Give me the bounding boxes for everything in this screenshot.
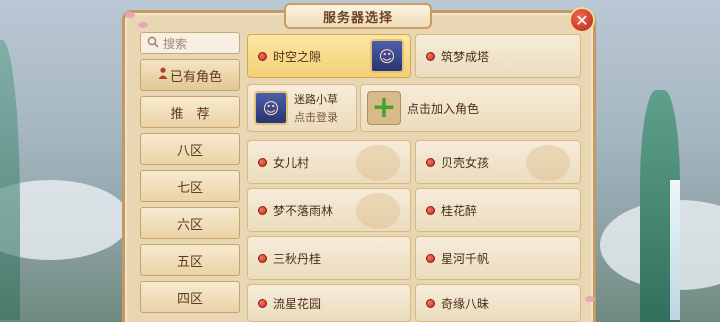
status-dot-icon [426,253,435,263]
status-dot-icon [258,205,267,215]
server-name: 桂花醉 [441,203,478,218]
search-input[interactable]: 搜索 [140,32,240,54]
add-role-label: 点击加入角色 [407,101,480,116]
server-card[interactable]: 流星花园 [247,284,411,322]
sidebar: 搜索 已有角色 推 荐 八区 七区 六区 五区 四区 [140,32,240,322]
server-card[interactable]: 贝壳女孩 [415,140,581,184]
portrait-decoration-icon [356,193,400,229]
status-dot-icon [258,157,267,167]
server-card-selected[interactable]: 时空之隙 ☺ [247,34,411,78]
server-name: 星河千帆 [441,251,490,266]
login-hint: 点击登录 [294,111,338,124]
search-icon [147,36,159,51]
status-dot-icon [426,298,435,308]
lotus-decoration-icon [356,145,400,181]
avatar: ☺ [254,91,288,125]
server-name: 三秋丹桂 [273,251,322,266]
server-name: 筑梦成塔 [441,49,490,64]
sidebar-item-recommended[interactable]: 推 荐 [140,96,240,128]
sidebar-item-zone-4[interactable]: 四区 [140,281,240,313]
status-dot-icon [426,205,435,215]
sidebar-item-owned-roles[interactable]: 已有角色 [140,59,240,91]
sidebar-item-label: 已有角色 [169,69,222,85]
server-name: 女儿村 [273,155,310,170]
server-name: 梦不落雨林 [273,203,334,218]
status-dot-icon [426,157,435,167]
add-role-button[interactable]: + [367,91,401,125]
sidebar-item-label: 四区 [176,291,203,307]
server-name: 时空之隙 [273,49,322,64]
server-card[interactable]: 梦不落雨林 [247,188,411,232]
close-icon: ✕ [575,10,589,30]
server-card[interactable]: 桂花醉 [415,188,581,232]
sidebar-item-label: 六区 [176,217,203,233]
server-name: 贝壳女孩 [441,155,490,170]
window-title: 服务器选择 [284,3,432,29]
portrait-decoration-icon [526,145,570,181]
sidebar-item-label: 八区 [176,143,203,159]
avatar: ☺ [370,39,404,73]
sidebar-item-label: 推 荐 [170,106,210,122]
server-card[interactable]: 筑梦成塔 [415,34,581,78]
sidebar-item-zone-6[interactable]: 六区 [140,207,240,239]
server-card[interactable]: 三秋丹桂 [247,236,411,280]
status-dot-icon [426,51,435,61]
server-list: 时空之隙 ☺ 筑梦成塔 ☺ 迷路小草 点击登录 + 点击加入角色 女儿村 贝壳女… [247,32,583,322]
sidebar-item-zone-5[interactable]: 五区 [140,244,240,276]
plus-icon: + [371,90,397,125]
status-dot-icon [258,298,267,308]
close-button[interactable]: ✕ [569,7,595,33]
person-icon [158,67,168,83]
sidebar-item-zone-7[interactable]: 七区 [140,170,240,202]
sidebar-item-label: 五区 [176,254,203,270]
server-name: 奇缘八昧 [441,296,490,311]
add-role-card[interactable]: + 点击加入角色 [360,84,581,132]
server-card[interactable]: 奇缘八昧 [415,284,581,322]
search-placeholder: 搜索 [163,36,188,51]
server-name: 流星花园 [273,296,322,311]
server-card[interactable]: 星河千帆 [415,236,581,280]
character-card[interactable]: ☺ 迷路小草 点击登录 [247,84,357,132]
sidebar-item-label: 七区 [176,180,203,196]
status-dot-icon [258,253,267,263]
server-card[interactable]: 女儿村 [247,140,411,184]
character-name: 迷路小草 [294,93,338,106]
status-dot-icon [258,51,267,61]
sidebar-item-zone-8[interactable]: 八区 [140,133,240,165]
